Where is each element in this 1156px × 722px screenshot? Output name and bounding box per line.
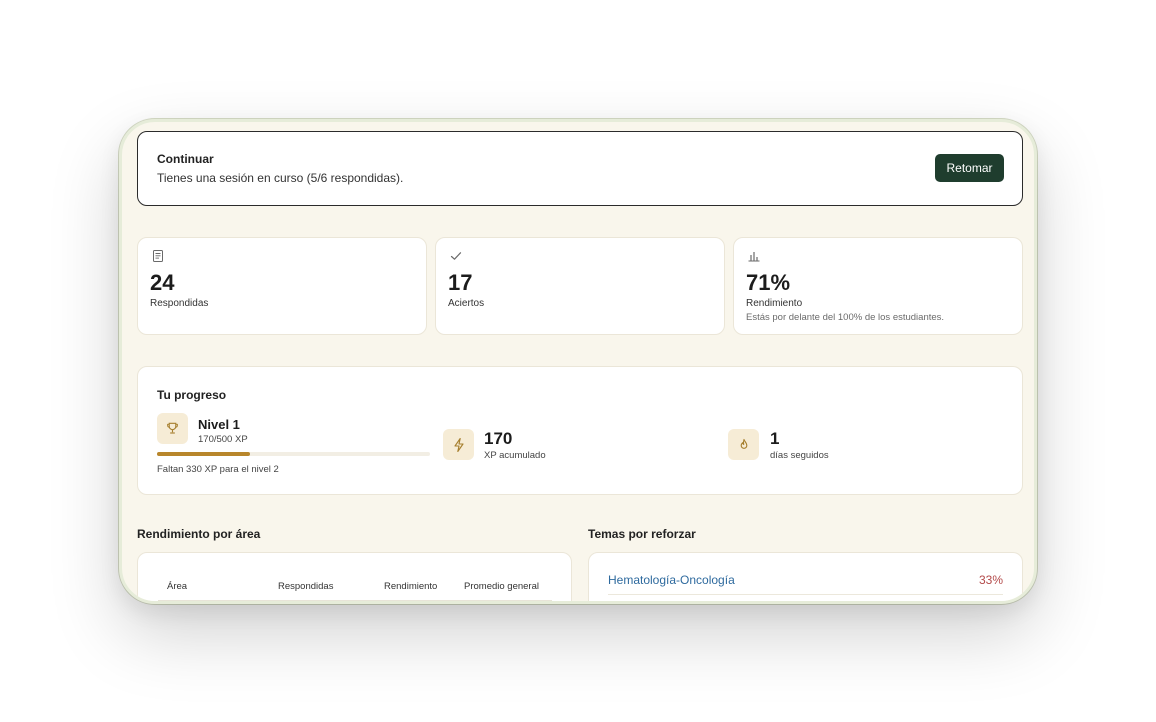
document-icon xyxy=(151,249,165,263)
banner-title: Continuar xyxy=(157,152,214,166)
banner-subtitle: Tienes una sesión en curso (5/6 respondi… xyxy=(157,171,404,185)
column-header-performance[interactable]: Rendimiento xyxy=(384,581,437,592)
dashboard-screen: Continuar Tienes una sesión en curso (5/… xyxy=(122,122,1034,601)
stat-value: 24 xyxy=(150,270,175,295)
topics-title: Temas por reforzar xyxy=(588,527,696,541)
topic-percent: 33% xyxy=(978,573,1003,587)
column-header-answered[interactable]: Respondidas xyxy=(278,581,333,592)
stat-card-correct: 17 Aciertos xyxy=(435,237,725,335)
continue-session-banner: Continuar Tienes una sesión en curso (5/… xyxy=(137,131,1023,206)
column-header-area[interactable]: Área xyxy=(167,581,187,592)
xp-label: XP acumulado xyxy=(484,450,546,461)
check-icon xyxy=(449,249,463,263)
level-xp: 170/500 XP xyxy=(198,434,248,445)
flame-icon xyxy=(728,429,759,460)
stat-label: Rendimiento xyxy=(746,298,803,309)
resume-button[interactable]: Retomar xyxy=(935,154,1004,182)
area-performance-title: Rendimiento por área xyxy=(137,527,261,541)
stat-label: Respondidas xyxy=(150,298,209,309)
topic-name-link[interactable]: Hematología-Oncología xyxy=(608,573,735,587)
streak-value: 1 xyxy=(770,429,780,448)
device-frame: Continuar Tienes una sesión en curso (5/… xyxy=(119,119,1037,604)
stat-note: Estás por delante del 100% de los estudi… xyxy=(746,312,945,323)
column-header-average[interactable]: Promedio general xyxy=(464,581,539,592)
level-progress-fill xyxy=(157,452,250,456)
topics-list: Hematología-Oncología 33% xyxy=(588,552,1023,601)
stat-card-performance: 71% Rendimiento Estás por delante del 10… xyxy=(733,237,1023,335)
area-performance-table: Área Respondidas Rendimiento Promedio ge… xyxy=(137,552,572,601)
stat-card-answered: 24 Respondidas xyxy=(137,237,427,335)
progress-card: Tu progreso Nivel 1 170/500 XP Faltan 33… xyxy=(137,366,1023,495)
lightning-icon xyxy=(443,429,474,460)
level-name: Nivel 1 xyxy=(198,417,240,432)
level-remaining: Faltan 330 XP para el nivel 2 xyxy=(157,464,279,475)
stat-value: 71% xyxy=(746,270,791,295)
bar-chart-icon xyxy=(747,249,761,263)
progress-title: Tu progreso xyxy=(157,388,227,402)
xp-value: 170 xyxy=(484,429,513,448)
header-divider xyxy=(158,600,552,601)
stat-value: 17 xyxy=(448,270,473,295)
trophy-icon xyxy=(157,413,188,444)
level-progress-bar xyxy=(157,452,430,456)
streak-label: días seguidos xyxy=(770,450,829,461)
stat-label: Aciertos xyxy=(448,298,485,309)
topic-divider xyxy=(608,594,1003,595)
